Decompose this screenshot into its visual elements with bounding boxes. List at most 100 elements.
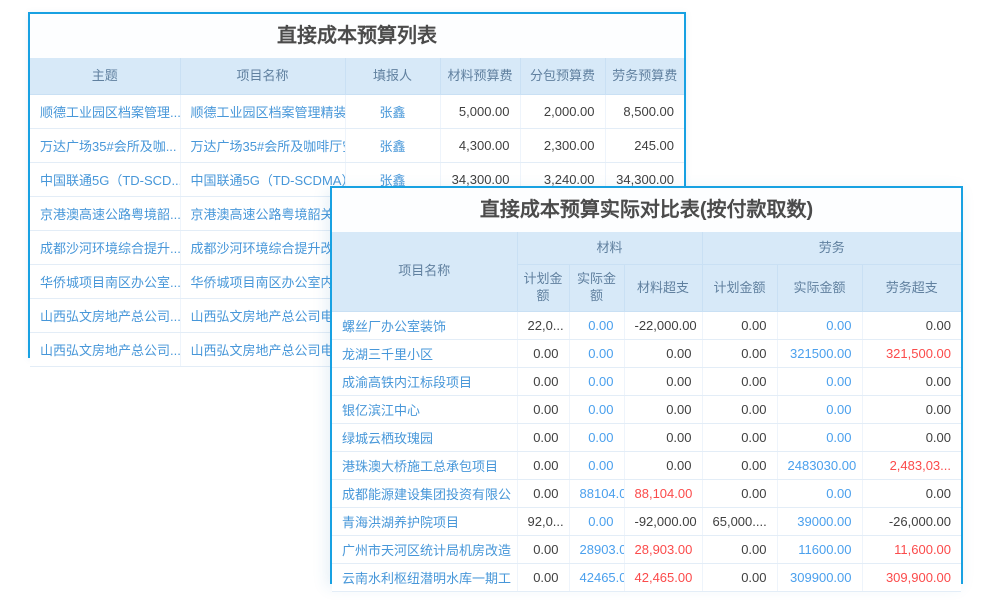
cell-material-plan: 0.00	[517, 452, 569, 480]
cell-subcontract-budget: 2,000.00	[520, 95, 605, 129]
cell-subject[interactable]: 山西弘文房地产总公司...	[30, 299, 180, 333]
table-row: 云南水利枢纽潜明水库一期工0.0042465.0042,465.000.0030…	[332, 564, 961, 592]
col-header-project-name: 项目名称	[332, 232, 517, 312]
cell-labor-overrun: 2,483,03...	[862, 452, 961, 480]
cell-material-actual[interactable]: 0.00	[569, 396, 624, 424]
cell-material-actual[interactable]: 0.00	[569, 508, 624, 536]
cell-labor-budget: 8,500.00	[605, 95, 684, 129]
cell-material-plan: 0.00	[517, 424, 569, 452]
cell-material-actual[interactable]: 42465.00	[569, 564, 624, 592]
col-header-material-plan: 计划金额	[517, 265, 569, 312]
cell-project-name[interactable]: 龙湖三千里小区	[332, 340, 517, 368]
cell-labor-actual[interactable]: 0.00	[777, 424, 862, 452]
cell-material-actual[interactable]: 88104.00	[569, 480, 624, 508]
table-row: 万达广场35#会所及咖...万达广场35#会所及咖啡厅空...张鑫4,300.0…	[30, 129, 684, 163]
cell-material-plan: 0.00	[517, 536, 569, 564]
cell-labor-plan: 0.00	[702, 536, 777, 564]
table-row: 广州市天河区统计局机房改造0.0028903.0028,903.000.0011…	[332, 536, 961, 564]
cell-labor-overrun: 0.00	[862, 312, 961, 340]
cell-project-name[interactable]: 绿城云栖玫瑰园	[332, 424, 517, 452]
cell-labor-plan: 0.00	[702, 480, 777, 508]
cell-material-plan: 0.00	[517, 368, 569, 396]
cell-material-actual[interactable]: 28903.00	[569, 536, 624, 564]
cell-labor-overrun: -26,000.00	[862, 508, 961, 536]
cell-project-name[interactable]: 成渝高铁内江标段项目	[332, 368, 517, 396]
table-row: 成都能源建设集团投资有限公0.0088104.0088,104.000.000.…	[332, 480, 961, 508]
cell-project-name[interactable]: 万达广场35#会所及咖啡厅空...	[180, 129, 345, 163]
cell-labor-actual[interactable]: 39000.00	[777, 508, 862, 536]
cell-labor-actual[interactable]: 321500.00	[777, 340, 862, 368]
cell-labor-plan: 0.00	[702, 564, 777, 592]
cell-material-plan: 0.00	[517, 564, 569, 592]
cell-material-budget: 5,000.00	[440, 95, 520, 129]
cell-labor-overrun: 321,500.00	[862, 340, 961, 368]
cell-labor-plan: 0.00	[702, 452, 777, 480]
table-row: 成渝高铁内江标段项目0.000.000.000.000.000.00	[332, 368, 961, 396]
cell-labor-overrun: 0.00	[862, 424, 961, 452]
cell-subject[interactable]: 万达广场35#会所及咖...	[30, 129, 180, 163]
cell-material-overrun: 42,465.00	[624, 564, 702, 592]
budget-comparison-card: 直接成本预算实际对比表(按付款取数) 项目名称 材料 劳务 计划金额 实际金额 …	[330, 186, 963, 584]
cell-subcontract-budget: 2,300.00	[520, 129, 605, 163]
cell-project-name[interactable]: 港珠澳大桥施工总承包项目	[332, 452, 517, 480]
cell-subject[interactable]: 中国联通5G（TD-SCD...	[30, 163, 180, 197]
cell-subject[interactable]: 成都沙河环境综合提升...	[30, 231, 180, 265]
table-row: 绿城云栖玫瑰园0.000.000.000.000.000.00	[332, 424, 961, 452]
table-row: 顺德工业园区档案管理...顺德工业园区档案管理精装饰...张鑫5,000.002…	[30, 95, 684, 129]
cell-project-name[interactable]: 华侨城项目南区办公室内	[180, 265, 345, 299]
cell-reporter[interactable]: 张鑫	[345, 129, 440, 163]
cell-labor-actual[interactable]: 0.00	[777, 480, 862, 508]
cell-material-actual[interactable]: 0.00	[569, 312, 624, 340]
cell-material-actual[interactable]: 0.00	[569, 340, 624, 368]
budget-comparison-table: 项目名称 材料 劳务 计划金额 实际金额 材料超支 计划金额 实际金额 劳务超支…	[332, 232, 961, 592]
col-header-labor-overrun: 劳务超支	[862, 265, 961, 312]
cell-labor-actual[interactable]: 0.00	[777, 368, 862, 396]
cell-subject[interactable]: 京港澳高速公路粤境韶...	[30, 197, 180, 231]
cell-material-budget: 4,300.00	[440, 129, 520, 163]
cell-project-name[interactable]: 成都沙河环境综合提升改	[180, 231, 345, 265]
col-header-reporter: 填报人	[345, 58, 440, 95]
cell-material-overrun: 0.00	[624, 452, 702, 480]
group-header-material: 材料	[517, 232, 702, 265]
cell-project-name[interactable]: 银亿滨江中心	[332, 396, 517, 424]
cell-material-plan: 0.00	[517, 480, 569, 508]
cell-labor-actual[interactable]: 0.00	[777, 396, 862, 424]
budget-comparison-title: 直接成本预算实际对比表(按付款取数)	[332, 188, 961, 232]
cell-labor-plan: 0.00	[702, 396, 777, 424]
cell-project-name[interactable]: 成都能源建设集团投资有限公	[332, 480, 517, 508]
cell-project-name[interactable]: 螺丝厂办公室装饰	[332, 312, 517, 340]
cell-material-overrun: 0.00	[624, 396, 702, 424]
cell-project-name[interactable]: 山西弘文房地产总公司电	[180, 299, 345, 333]
cell-project-name[interactable]: 青海洪湖养护院项目	[332, 508, 517, 536]
cell-labor-overrun: 309,900.00	[862, 564, 961, 592]
cell-material-plan: 0.00	[517, 340, 569, 368]
cell-project-name[interactable]: 顺德工业园区档案管理精装饰...	[180, 95, 345, 129]
cell-subject[interactable]: 华侨城项目南区办公室...	[30, 265, 180, 299]
cell-labor-actual[interactable]: 0.00	[777, 312, 862, 340]
table-row: 港珠澳大桥施工总承包项目0.000.000.000.002483030.002,…	[332, 452, 961, 480]
cell-material-actual[interactable]: 0.00	[569, 424, 624, 452]
col-header-subcontract-budget: 分包预算费	[520, 58, 605, 95]
cell-labor-overrun: 0.00	[862, 396, 961, 424]
cell-material-actual[interactable]: 0.00	[569, 368, 624, 396]
cell-project-name[interactable]: 广州市天河区统计局机房改造	[332, 536, 517, 564]
cell-subject[interactable]: 山西弘文房地产总公司...	[30, 333, 180, 367]
cell-labor-actual[interactable]: 2483030.00	[777, 452, 862, 480]
cell-subject[interactable]: 顺德工业园区档案管理...	[30, 95, 180, 129]
cell-project-name[interactable]: 中国联通5G（TD-SCDMA）...	[180, 163, 345, 197]
cell-material-plan: 0.00	[517, 396, 569, 424]
cell-material-plan: 92,0...	[517, 508, 569, 536]
budget-list-title: 直接成本预算列表	[30, 14, 684, 58]
table-row: 银亿滨江中心0.000.000.000.000.000.00	[332, 396, 961, 424]
cell-project-name[interactable]: 京港澳高速公路粤境韶关	[180, 197, 345, 231]
cell-labor-actual[interactable]: 309900.00	[777, 564, 862, 592]
cell-labor-plan: 0.00	[702, 368, 777, 396]
cell-material-actual[interactable]: 0.00	[569, 452, 624, 480]
cell-material-plan: 22,0...	[517, 312, 569, 340]
cell-material-overrun: -92,000.00	[624, 508, 702, 536]
cell-reporter[interactable]: 张鑫	[345, 95, 440, 129]
cell-project-name[interactable]: 山西弘文房地产总公司电	[180, 333, 345, 367]
cell-labor-actual[interactable]: 11600.00	[777, 536, 862, 564]
cell-labor-plan: 65,000....	[702, 508, 777, 536]
cell-project-name[interactable]: 云南水利枢纽潜明水库一期工	[332, 564, 517, 592]
